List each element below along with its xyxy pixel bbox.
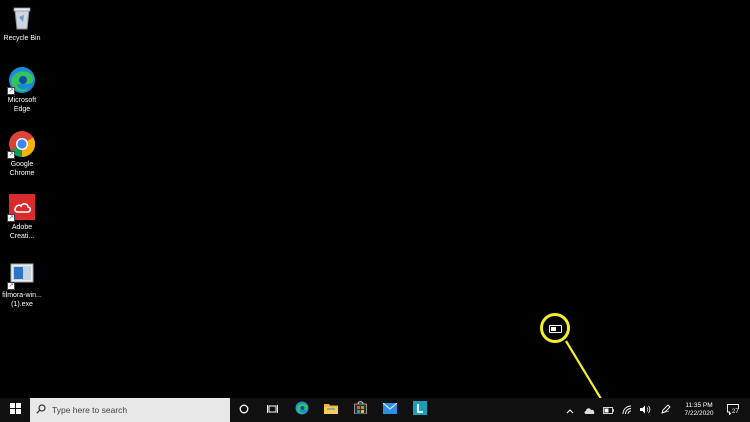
search-placeholder: Type here to search	[52, 405, 128, 415]
cortana-circle-icon	[239, 401, 249, 419]
tray-volume[interactable]	[638, 398, 652, 422]
battery-icon	[549, 325, 562, 333]
clock-date: 7/22/2020	[684, 410, 714, 417]
taskbar-app-l[interactable]	[410, 398, 430, 422]
app-l-icon	[413, 400, 427, 420]
tray-pen-workspace[interactable]	[659, 398, 673, 422]
wifi-icon	[622, 401, 632, 419]
taskbar-app-file-explorer[interactable]	[321, 398, 341, 422]
chevron-up-icon	[566, 401, 574, 419]
tray-network[interactable]	[620, 398, 634, 422]
desktop[interactable]: Recycle Bin ↗ Microsoft Edge ↗ Google Ch…	[0, 0, 750, 408]
cortana-button[interactable]	[234, 398, 254, 422]
taskbar: Type here to search 11:35 PM 7/22/2020 2…	[0, 398, 750, 422]
task-view-icon	[266, 401, 278, 419]
notification-count-badge: 27	[731, 409, 740, 416]
folder-icon	[324, 401, 338, 419]
pen-icon	[661, 401, 671, 419]
tray-onedrive[interactable]	[582, 398, 596, 422]
search-icon	[36, 401, 46, 419]
onedrive-cloud-icon	[584, 401, 595, 419]
windows-logo-icon	[9, 401, 21, 419]
taskbar-app-store[interactable]	[350, 398, 370, 422]
clock-time: 11:35 PM	[685, 402, 713, 409]
start-button[interactable]	[0, 398, 30, 422]
taskbar-app-edge[interactable]	[292, 398, 312, 422]
tray-show-hidden-icons[interactable]	[564, 398, 576, 422]
taskbar-app-mail[interactable]	[380, 398, 400, 422]
callout-pointer-line	[565, 340, 607, 408]
task-view-button[interactable]	[262, 398, 282, 422]
edge-icon	[295, 401, 309, 420]
mail-envelope-icon	[382, 401, 398, 419]
store-bag-icon	[353, 401, 367, 419]
tray-clock[interactable]: 11:35 PM 7/22/2020	[679, 398, 719, 422]
taskbar-search-box[interactable]: Type here to search	[30, 398, 230, 422]
tray-battery[interactable]	[601, 398, 615, 422]
speaker-icon	[639, 401, 651, 419]
action-center-button[interactable]: 27	[727, 402, 741, 416]
battery-icon	[602, 401, 614, 419]
